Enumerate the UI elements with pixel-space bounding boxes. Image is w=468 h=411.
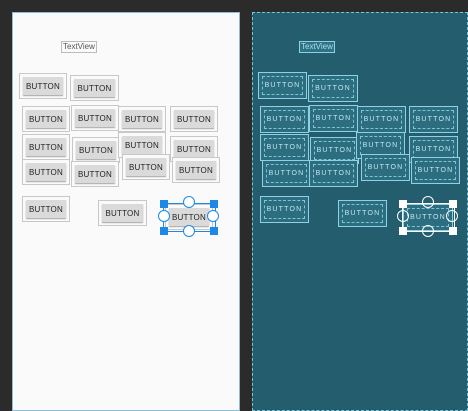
button-label: BUTTON bbox=[361, 110, 402, 129]
button-label: BUTTON bbox=[313, 109, 354, 128]
button[interactable]: BUTTON bbox=[309, 105, 358, 132]
button[interactable]: BUTTON bbox=[22, 196, 70, 222]
layout-editor-canvas: TextView BUTTON BUTTON BUTTON BUTTON BUT… bbox=[0, 0, 468, 411]
button-label: BUTTON bbox=[415, 161, 456, 180]
button[interactable]: BUTTON bbox=[172, 157, 220, 183]
constraint-anchor-left[interactable] bbox=[158, 210, 170, 222]
button-label: BUTTON bbox=[26, 138, 66, 156]
button-label: BUTTON bbox=[176, 161, 216, 179]
button-label: BUTTON bbox=[262, 76, 303, 95]
textview[interactable]: TextView bbox=[299, 41, 335, 53]
button-label: BUTTON bbox=[75, 165, 115, 183]
constraint-anchor-right[interactable] bbox=[207, 210, 219, 222]
button-label: BUTTON bbox=[26, 200, 66, 218]
button[interactable]: BUTTON bbox=[170, 106, 218, 132]
button[interactable]: BUTTON bbox=[22, 106, 70, 132]
constraint-anchor-right[interactable] bbox=[446, 210, 458, 222]
button-label: BUTTON bbox=[26, 163, 66, 181]
button-label: BUTTON bbox=[74, 79, 115, 97]
button[interactable]: BUTTON bbox=[72, 137, 120, 163]
button[interactable]: BUTTON bbox=[98, 200, 147, 226]
resize-handle-top-left[interactable] bbox=[160, 200, 168, 208]
button-label: BUTTON bbox=[126, 158, 166, 176]
button[interactable]: BUTTON bbox=[361, 154, 410, 181]
resize-handle-top-right[interactable] bbox=[449, 200, 457, 208]
button[interactable]: BUTTON bbox=[357, 106, 406, 133]
button[interactable]: BUTTON bbox=[260, 134, 309, 161]
button[interactable]: BUTTON bbox=[411, 157, 460, 184]
constraint-anchor-left[interactable] bbox=[397, 210, 409, 222]
button-label: BUTTON bbox=[122, 136, 162, 154]
button-label: BUTTON bbox=[122, 110, 162, 128]
resize-handle-top-right[interactable] bbox=[210, 200, 218, 208]
button-label: BUTTON bbox=[23, 77, 63, 95]
button-label: BUTTON bbox=[312, 79, 354, 98]
button[interactable]: BUTTON bbox=[309, 160, 358, 187]
resize-handle-bottom-left[interactable] bbox=[160, 227, 168, 235]
resize-handle-bottom-right[interactable] bbox=[449, 227, 457, 235]
button-label: BUTTON bbox=[314, 141, 355, 160]
button-label: BUTTON bbox=[313, 164, 354, 183]
button[interactable]: BUTTON bbox=[409, 106, 458, 133]
blueprint-surface[interactable]: TextView BUTTON BUTTON BUTTON BUTTON BUT… bbox=[252, 12, 468, 411]
button-label: BUTTON bbox=[342, 204, 383, 223]
constraint-anchor-bottom[interactable] bbox=[183, 225, 195, 237]
button-label: BUTTON bbox=[174, 110, 214, 128]
button-label: BUTTON bbox=[26, 110, 66, 128]
button-label: BUTTON bbox=[360, 136, 401, 155]
button[interactable]: BUTTON bbox=[71, 105, 119, 131]
button[interactable]: BUTTON bbox=[260, 106, 309, 133]
button[interactable]: BUTTON bbox=[258, 72, 307, 99]
button-label: BUTTON bbox=[174, 140, 214, 158]
button-label: BUTTON bbox=[264, 200, 305, 219]
button[interactable]: BUTTON bbox=[262, 160, 311, 187]
textview[interactable]: TextView bbox=[61, 41, 97, 53]
button[interactable]: BUTTON bbox=[22, 134, 70, 160]
resize-handle-bottom-right[interactable] bbox=[210, 227, 218, 235]
button-label: BUTTON bbox=[264, 110, 305, 129]
design-surface[interactable]: TextView BUTTON BUTTON BUTTON BUTTON BUT… bbox=[12, 12, 240, 411]
button[interactable]: BUTTON bbox=[308, 75, 358, 102]
button[interactable]: BUTTON bbox=[19, 73, 67, 99]
button-label: BUTTON bbox=[413, 110, 454, 129]
button[interactable]: BUTTON bbox=[22, 159, 70, 185]
button-label: BUTTON bbox=[264, 138, 305, 157]
resize-handle-top-left[interactable] bbox=[399, 200, 407, 208]
constraint-anchor-top[interactable] bbox=[183, 196, 195, 208]
button[interactable]: BUTTON bbox=[260, 196, 309, 223]
button[interactable]: BUTTON bbox=[70, 75, 119, 101]
button-label: BUTTON bbox=[76, 141, 116, 159]
constraint-anchor-top[interactable] bbox=[422, 196, 434, 208]
button-label: BUTTON bbox=[266, 164, 307, 183]
button-label: BUTTON bbox=[365, 158, 406, 177]
constraint-anchor-bottom[interactable] bbox=[422, 225, 434, 237]
button[interactable]: BUTTON bbox=[118, 106, 166, 132]
button[interactable]: BUTTON bbox=[338, 200, 387, 227]
resize-handle-bottom-left[interactable] bbox=[399, 227, 407, 235]
button-label: BUTTON bbox=[102, 204, 143, 222]
button[interactable]: BUTTON bbox=[122, 154, 170, 180]
button-label: BUTTON bbox=[75, 109, 115, 127]
button[interactable]: BUTTON bbox=[71, 161, 119, 187]
